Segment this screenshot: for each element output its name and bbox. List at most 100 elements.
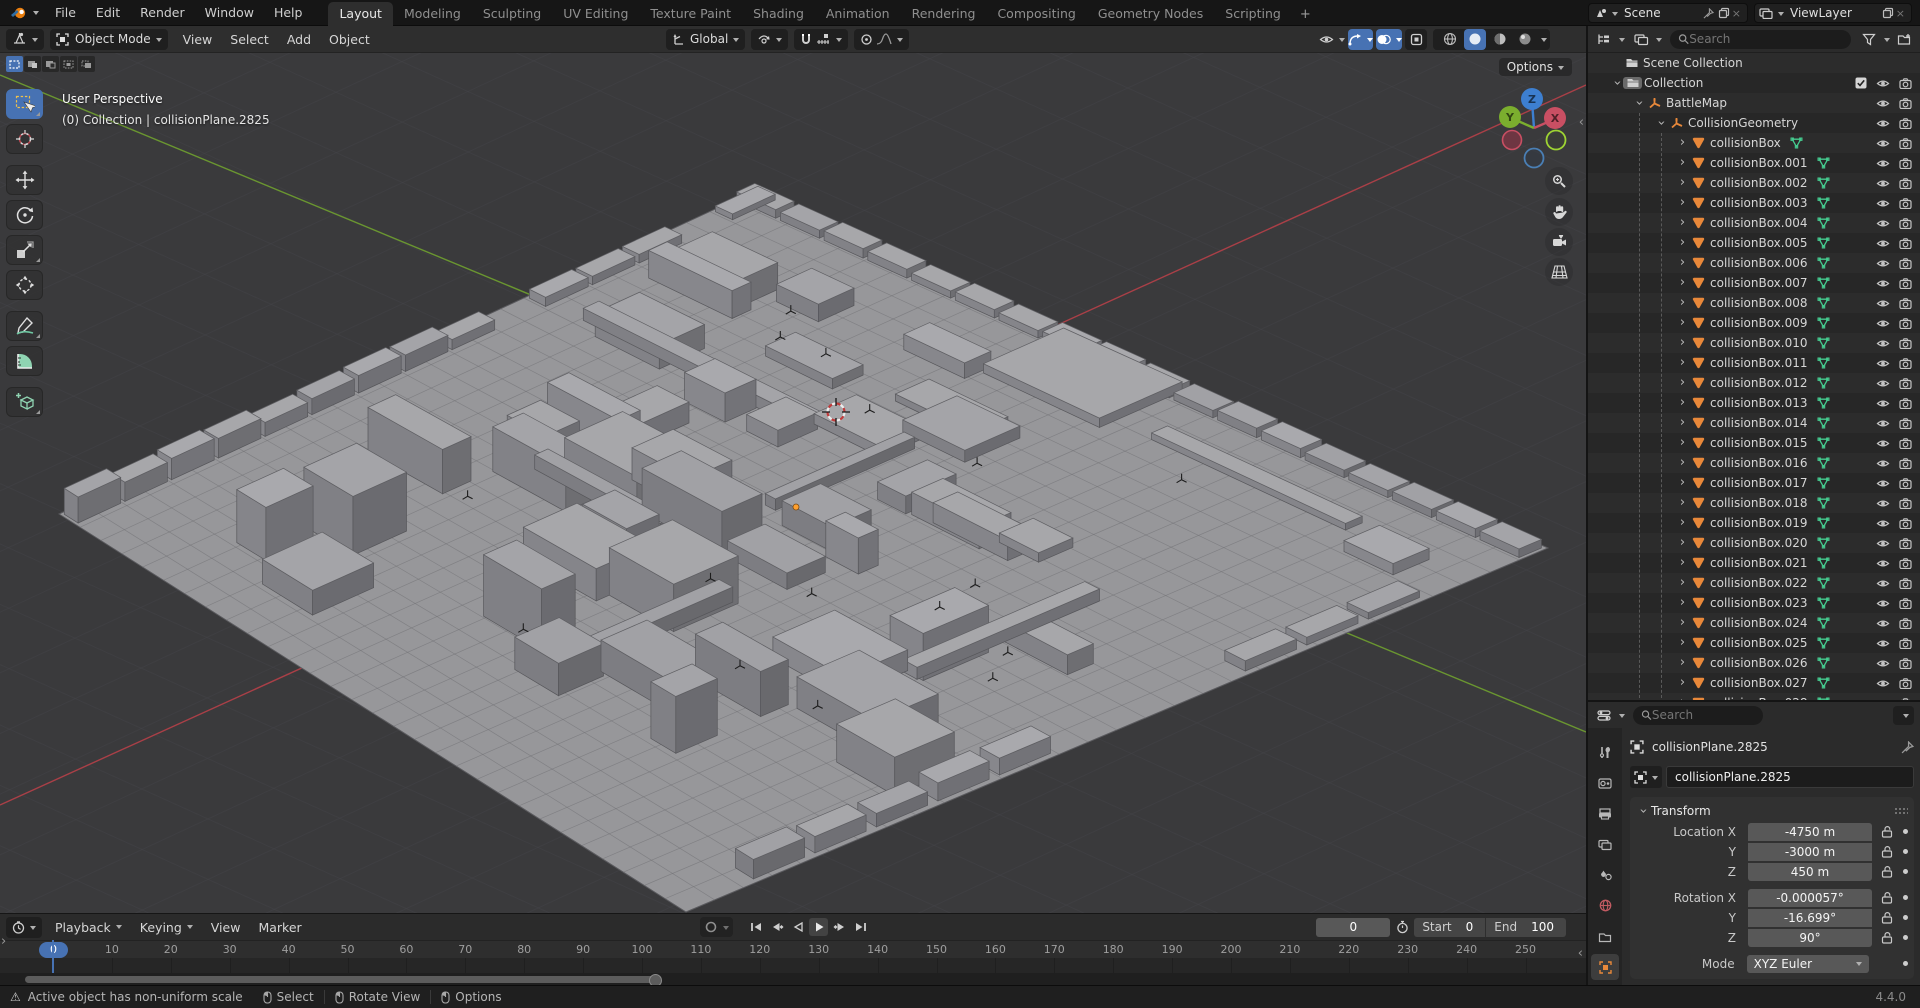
scene-selector[interactable]: Scene × — [1588, 3, 1748, 23]
hide-eye-icon[interactable] — [1876, 478, 1890, 489]
world-tab[interactable] — [1591, 893, 1619, 919]
expand-icon[interactable]: › — [1676, 653, 1689, 673]
jump-to-start-button[interactable] — [746, 918, 765, 936]
animate-dot[interactable] — [1903, 935, 1908, 940]
outliner-row[interactable]: ›collisionBox.013 — [1588, 393, 1920, 413]
expand-icon[interactable]: › — [1651, 117, 1671, 130]
expand-icon[interactable]: › — [1676, 433, 1689, 453]
hide-eye-icon[interactable] — [1876, 658, 1890, 669]
outliner-row[interactable]: ›collisionBox.012 — [1588, 373, 1920, 393]
animate-dot[interactable] — [1903, 915, 1908, 920]
shading-wireframe-button[interactable] — [1439, 29, 1461, 50]
select-extend-button[interactable] — [24, 56, 41, 72]
outliner-row-battlemap[interactable]: ›BattleMap — [1588, 93, 1920, 113]
outliner-row[interactable]: ›collisionBox.004 — [1588, 213, 1920, 233]
scene-name[interactable]: Scene — [1624, 6, 1703, 20]
outliner-row[interactable]: ›collisionBox.025 — [1588, 633, 1920, 653]
stopwatch-icon[interactable] — [1396, 920, 1409, 934]
measure-tool-button[interactable] — [6, 346, 43, 376]
outliner-row[interactable]: ›collisionBox.018 — [1588, 493, 1920, 513]
properties-search[interactable] — [1633, 706, 1763, 725]
pivot-dropdown[interactable] — [751, 29, 788, 50]
rotation-y-field[interactable]: -16.699° — [1748, 909, 1872, 927]
auto-keying-button[interactable] — [700, 917, 733, 937]
outliner-row[interactable]: ›collisionBox.017 — [1588, 473, 1920, 493]
outliner-search[interactable] — [1670, 30, 1851, 49]
object-tab[interactable] — [1591, 954, 1619, 980]
collapse-sidebar-icon[interactable]: ‹ — [1578, 946, 1583, 961]
menu-render[interactable]: Render — [130, 0, 195, 26]
menu-file[interactable]: File — [45, 0, 86, 26]
prev-keyframe-button[interactable] — [767, 918, 786, 936]
disable-render-camera-icon[interactable] — [1899, 458, 1912, 469]
menu-edit[interactable]: Edit — [86, 0, 130, 26]
expand-icon[interactable]: › — [1676, 673, 1689, 693]
camera-view-button[interactable] — [1545, 228, 1573, 256]
disable-render-camera-icon[interactable] — [1899, 398, 1912, 409]
outliner-row[interactable]: ›collisionBox — [1588, 133, 1920, 153]
expand-icon[interactable]: › — [1676, 413, 1689, 433]
disable-render-camera-icon[interactable] — [1899, 418, 1912, 429]
collection-tab[interactable] — [1591, 924, 1619, 950]
outliner-row[interactable]: ›collisionBox.003 — [1588, 193, 1920, 213]
xray-toggle[interactable] — [1405, 29, 1427, 50]
outliner-row[interactable]: ›collisionBox.028 — [1588, 693, 1920, 700]
hide-eye-icon[interactable] — [1876, 538, 1890, 549]
properties-search-input[interactable] — [1652, 708, 1755, 722]
outliner-row[interactable]: ›collisionBox.026 — [1588, 653, 1920, 673]
outliner-row[interactable]: ›collisionBox.009 — [1588, 313, 1920, 333]
expand-icon[interactable]: › — [1676, 233, 1689, 253]
viewlayer-selector[interactable]: ViewLayer × — [1754, 3, 1912, 23]
add-workspace-button[interactable]: + — [1292, 3, 1319, 26]
viewport-options-button[interactable]: Options — [1499, 58, 1572, 76]
disable-render-camera-icon[interactable] — [1899, 438, 1912, 449]
snap-dropdown[interactable] — [794, 29, 848, 50]
hide-eye-icon[interactable] — [1876, 178, 1890, 189]
shading-material-button[interactable] — [1489, 29, 1511, 50]
expand-icon[interactable]: › — [1676, 193, 1689, 213]
playhead[interactable] — [52, 940, 54, 973]
outliner-row[interactable]: ›collisionBox.023 — [1588, 593, 1920, 613]
hide-eye-icon[interactable] — [1876, 558, 1890, 569]
shading-rendered-button[interactable] — [1514, 29, 1536, 50]
mode-dropdown[interactable]: Object Mode — [50, 29, 168, 50]
outliner-row[interactable]: ›collisionBox.002 — [1588, 173, 1920, 193]
hide-eye-icon[interactable] — [1876, 518, 1890, 529]
disable-render-camera-icon[interactable] — [1899, 238, 1912, 249]
properties-editor-type-button[interactable] — [1594, 705, 1614, 725]
timeline-menu-keying[interactable]: Keying — [131, 920, 202, 935]
tool-tab[interactable] — [1591, 740, 1619, 766]
hide-eye-icon[interactable] — [1876, 158, 1890, 169]
hide-eye-icon[interactable] — [1876, 238, 1890, 249]
disable-render-camera-icon[interactable] — [1899, 98, 1912, 109]
hide-eye-icon[interactable] — [1876, 398, 1890, 409]
hide-eye-icon[interactable] — [1876, 218, 1890, 229]
disable-render-camera-icon[interactable] — [1899, 338, 1912, 349]
navigation-gizmo[interactable]: Z Y X — [1494, 84, 1576, 176]
disable-render-camera-icon[interactable] — [1899, 298, 1912, 309]
disable-render-camera-icon[interactable] — [1899, 358, 1912, 369]
outliner-row[interactable]: ›collisionBox.019 — [1588, 513, 1920, 533]
timeline-scrollbar[interactable] — [25, 976, 660, 983]
workspace-tab-layout[interactable]: Layout — [328, 2, 393, 26]
new-collection-button[interactable] — [1894, 29, 1914, 49]
menu-help[interactable]: Help — [264, 0, 313, 26]
disable-render-camera-icon[interactable] — [1899, 478, 1912, 489]
3d-viewport[interactable]: Object Mode ViewSelectAddObject Global — [0, 26, 1586, 913]
expand-icon[interactable]: › — [1676, 513, 1689, 533]
outliner-row[interactable]: ›collisionBox.014 — [1588, 413, 1920, 433]
remove-viewlayer-icon[interactable]: × — [1896, 7, 1905, 20]
viewport-menu-view[interactable]: View — [174, 32, 222, 47]
expand-icon[interactable]: › — [1676, 473, 1689, 493]
hide-eye-icon[interactable] — [1876, 678, 1890, 689]
hide-eye-icon[interactable] — [1876, 338, 1890, 349]
expand-icon[interactable]: › — [1676, 293, 1689, 313]
select-intersect-button[interactable] — [78, 56, 95, 72]
animate-dot[interactable] — [1903, 829, 1908, 834]
workspace-tab-compositing[interactable]: Compositing — [986, 2, 1086, 26]
disable-render-camera-icon[interactable] — [1899, 638, 1912, 649]
hide-eye-icon[interactable] — [1876, 378, 1890, 389]
pin-icon[interactable] — [1703, 8, 1714, 19]
hide-eye-icon[interactable] — [1876, 438, 1890, 449]
hide-eye-icon[interactable] — [1876, 318, 1890, 329]
